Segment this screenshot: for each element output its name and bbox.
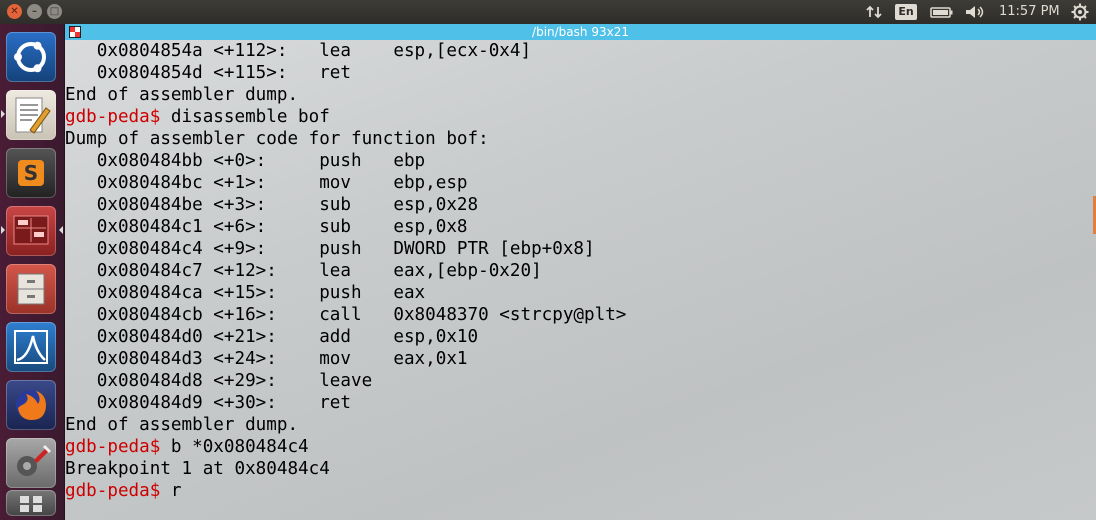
- assembly-line: 0x080484d9 <+30>: ret: [65, 393, 351, 413]
- running-indicator: [1, 226, 5, 234]
- assembly-line: 0x080484d3 <+24>: mov eax,0x1: [65, 349, 468, 369]
- output-line: End of assembler dump.: [65, 85, 299, 105]
- terminal-button[interactable]: [6, 206, 56, 256]
- wireshark-button[interactable]: [6, 322, 56, 372]
- workspace-icon: [20, 496, 42, 512]
- terminal-app-icon: [69, 26, 81, 38]
- launcher: S: [0, 24, 65, 520]
- command-text: r: [160, 481, 182, 501]
- sublime-text-button[interactable]: S: [6, 148, 56, 198]
- network-updown-icon[interactable]: [866, 0, 882, 24]
- command-line: gdb-peda$ b *0x080484c4: [65, 436, 1096, 458]
- terminal-icon: [13, 215, 49, 245]
- file-manager-button[interactable]: [6, 264, 56, 314]
- close-window-button[interactable]: ✕: [7, 4, 22, 19]
- workspace-switcher-button[interactable]: [6, 490, 56, 516]
- assembly-line: 0x080484ca <+15>: push eax: [65, 283, 426, 303]
- system-settings-button[interactable]: [6, 438, 56, 488]
- output-line: Breakpoint 1 at 0x80484c4: [65, 459, 330, 479]
- firefox-button[interactable]: [6, 380, 56, 430]
- assembly-line: 0x0804854a <+112>: lea esp,[ecx-0x4]: [65, 41, 532, 61]
- assembly-line: 0x080484bb <+0>: push ebp: [65, 151, 426, 171]
- text-editor-icon: [15, 97, 51, 134]
- output-line: Dump of assembler code for function bof:: [65, 129, 489, 149]
- ubuntu-dash-button[interactable]: [6, 32, 56, 82]
- assembly-line: 0x080484d8 <+29>: leave: [65, 371, 373, 391]
- command-line: gdb-peda$ r: [65, 480, 1096, 502]
- assembly-line: 0x080484c1 <+6>: sub esp,0x8: [65, 217, 468, 237]
- text-editor-button[interactable]: [6, 90, 56, 140]
- sublime-icon: S: [18, 160, 44, 186]
- terminal-title-bar[interactable]: /bin/bash 93x21: [65, 24, 1096, 40]
- gear-icon[interactable]: [1071, 0, 1089, 24]
- top-panel: ✕ – □ En 11:57 PM: [0, 0, 1096, 24]
- assembly-line: 0x080484d0 <+21>: add esp,0x10: [65, 327, 479, 347]
- gdb-prompt: gdb-peda$: [65, 437, 161, 457]
- battery-icon[interactable]: [930, 0, 954, 24]
- keyboard-language-indicator[interactable]: En: [895, 4, 917, 20]
- svg-text:S: S: [24, 161, 38, 185]
- volume-icon[interactable]: [964, 0, 986, 24]
- assembly-line: 0x0804854d <+115>: ret: [65, 63, 351, 83]
- settings-tools-icon: [17, 444, 52, 476]
- firefox-icon: [16, 390, 46, 420]
- terminal-title: /bin/bash 93x21: [532, 25, 629, 39]
- command-line: gdb-peda$ disassemble bof: [65, 106, 1096, 128]
- active-indicator: [59, 226, 63, 234]
- ubuntu-logo-icon: [14, 41, 46, 73]
- command-text: disassemble bof: [160, 107, 330, 127]
- gdb-prompt: gdb-peda$: [65, 481, 161, 501]
- gdb-prompt: gdb-peda$: [65, 107, 161, 127]
- assembly-line: 0x080484bc <+1>: mov ebp,esp: [65, 173, 468, 193]
- maximize-window-button[interactable]: □: [47, 4, 62, 19]
- assembly-line: 0x080484c4 <+9>: push DWORD PTR [ebp+0x8…: [65, 239, 595, 259]
- output-line: End of assembler dump.: [65, 415, 299, 435]
- file-cabinet-icon: [17, 273, 45, 305]
- minimize-window-button[interactable]: –: [27, 4, 42, 19]
- assembly-line: 0x080484be <+3>: sub esp,0x28: [65, 195, 479, 215]
- clock[interactable]: 11:57 PM: [999, 0, 1060, 24]
- wireshark-fin-icon: [14, 330, 48, 364]
- terminal-output[interactable]: 0x0804854a <+112>: lea esp,[ecx-0x4] 0x0…: [65, 40, 1096, 502]
- assembly-line: 0x080484cb <+16>: call 0x8048370 <strcpy…: [65, 305, 627, 325]
- assembly-line: 0x080484c7 <+12>: lea eax,[ebp-0x20]: [65, 261, 542, 281]
- terminal-window[interactable]: /bin/bash 93x21 0x0804854a <+112>: lea e…: [65, 24, 1096, 520]
- running-indicator: [1, 110, 5, 118]
- command-text: b *0x080484c4: [160, 437, 309, 457]
